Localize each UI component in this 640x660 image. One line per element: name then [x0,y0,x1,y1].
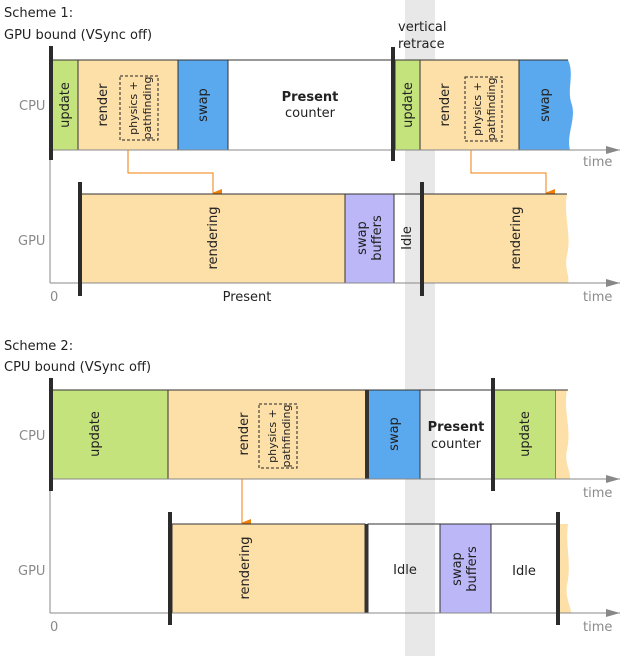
time-axis-label: time [583,620,612,635]
present-label: Present [282,90,339,105]
scheme-1-gpu-lane: rendering swap buffers Idle rendering [80,193,569,284]
buffers-label: buffers [465,546,480,592]
counter-label: counter [431,437,482,452]
scheme-2-gpu-lane: rendering Idle swap buffers Idle [171,523,571,614]
segment-label: update [401,82,416,128]
frame-marker [78,182,82,296]
segment-label: rendering [509,207,524,270]
time-axis-label: time [583,155,612,170]
segment-label: render [438,83,453,127]
frame-marker [556,512,560,625]
segment-rendering [171,523,366,614]
scheme-1-cpu-lane: update render physics + pathfinding swap… [51,59,573,151]
frame-marker [49,378,53,491]
frame-marker [420,182,424,296]
frame-timing-diagram: vertical retrace Scheme 1: GPU bound (VS… [4,0,620,656]
scheme-2-subtitle: CPU bound (VSync off) [4,360,151,375]
segment-label: update [88,411,103,457]
gpu-lane-label: GPU [18,564,45,579]
segment-label: swap [538,88,553,122]
segment-label: update [518,411,533,457]
segment-rendering [559,524,571,613]
counter-label: counter [285,106,336,121]
segment-rendering [424,194,569,283]
dependency-arrow [470,150,555,197]
segment-label: Idle [400,226,415,250]
gpu-lane-label: GPU [18,234,45,249]
vertical-retrace-label: vertical [398,20,446,35]
segment-update [51,389,169,480]
physics-label: physics + [127,81,140,135]
time-axis-label: time [583,486,612,501]
buffers-label: buffers [370,215,385,261]
scheme-1-subtitle: GPU bound (VSync off) [4,28,152,43]
frame-marker [391,47,395,161]
frame-marker [49,46,53,160]
present-label: Present [428,420,485,435]
scheme-1-title: Scheme 1: [4,6,73,21]
swap-label: swap [450,552,465,586]
pathfinding-label: pathfinding [141,77,154,140]
segment-present-counter [227,59,393,151]
segment-label: swap [196,88,211,122]
segment-label: render [237,412,252,456]
segment-border-thick [365,390,369,479]
segment-label: Idle [512,564,536,579]
origin-label: 0 [50,290,58,305]
pathfinding-label: pathfinding [485,78,498,141]
cpu-lane-label: CPU [19,99,45,114]
swap-label: swap [355,221,370,255]
dependency-arrow [127,150,222,197]
scheme-2-title: Scheme 2: [4,339,73,354]
segment-label: update [58,82,73,128]
segment-label: rendering [206,207,221,270]
segment-render [556,390,571,479]
segment-label: Idle [393,563,417,578]
time-axis-label: time [583,290,612,305]
segment-label: swap [387,417,402,451]
frame-marker [491,378,495,491]
physics-label: physics + [266,409,279,463]
segment-render [419,59,520,151]
segment-label: render [96,83,111,127]
vertical-retrace-label: retrace [398,37,445,52]
frame-marker [168,512,172,625]
segment-label: rendering [238,537,253,600]
physics-label: physics + [471,82,484,136]
pathfinding-label: pathfinding [280,405,293,468]
present-axis-label: Present [223,290,272,305]
origin-label: 0 [50,620,58,635]
cpu-lane-label: CPU [19,429,45,444]
